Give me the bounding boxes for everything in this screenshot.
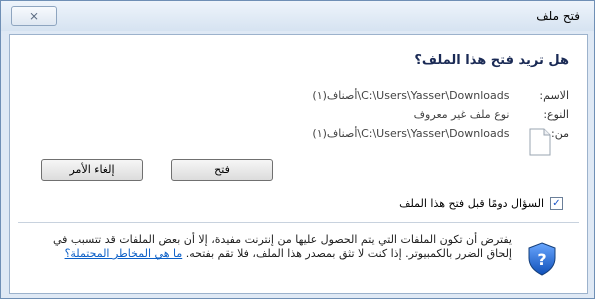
close-icon: ⨯	[28, 9, 40, 23]
always-ask-row[interactable]: ✓ السؤال دومًا قبل فتح هذا الملف	[399, 197, 563, 210]
window-title: فتح ملف	[536, 9, 580, 23]
shield-icon: ?	[528, 242, 556, 276]
risks-link[interactable]: ما هي المخاطر المحتملة؟	[65, 247, 183, 260]
always-ask-label: السؤال دومًا قبل فتح هذا الملف	[399, 197, 544, 210]
name-label: الاسم:	[539, 89, 569, 102]
from-value: C:\Users\Yasser\Downloads\أصناف(١)	[312, 127, 510, 140]
name-value: C:\Users\Yasser\Downloads\أصناف(١)	[312, 89, 510, 102]
file-icon	[529, 128, 551, 156]
warning-text-block: يفترض أن تكون الملفات التي يتم الحصول عل…	[52, 233, 512, 261]
type-label: النوع:	[543, 108, 569, 121]
dialog-content: هل تريد فتح هذا الملف؟ الاسم: C:\Users\Y…	[9, 34, 588, 294]
title-bar: فتح ملف ⨯	[1, 1, 594, 31]
close-button[interactable]: ⨯	[11, 6, 57, 26]
type-row: النوع: نوع ملف غير معروف	[414, 108, 569, 121]
divider	[18, 222, 579, 223]
always-ask-checkbox[interactable]: ✓	[550, 197, 563, 210]
cancel-button[interactable]: إلغاء الأمر	[41, 159, 143, 181]
open-button[interactable]: فتح	[171, 159, 273, 181]
svg-text:?: ?	[537, 250, 546, 269]
type-value: نوع ملف غير معروف	[413, 108, 510, 121]
open-file-dialog: فتح ملف ⨯ هل تريد فتح هذا الملف؟ الاسم: …	[0, 0, 595, 299]
dialog-heading: هل تريد فتح هذا الملف؟	[414, 53, 569, 68]
name-row: الاسم: C:\Users\Yasser\Downloads\أصناف(١…	[312, 89, 569, 102]
